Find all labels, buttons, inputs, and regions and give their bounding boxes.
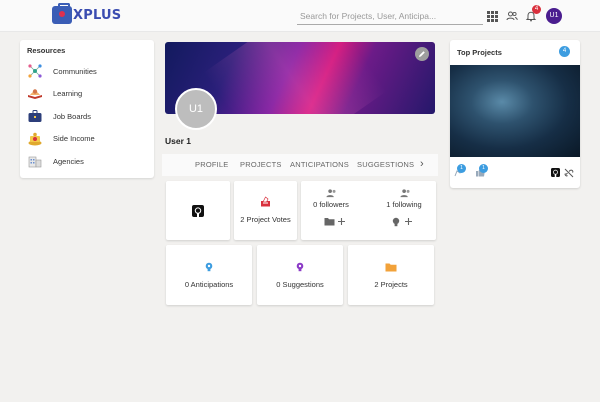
- anticipation-bulb-icon: [205, 262, 213, 272]
- top-projects-panel: Top Projects 4 1 1: [450, 40, 580, 188]
- resource-label: Agencies: [53, 156, 84, 166]
- agency-icon: [28, 156, 42, 168]
- logo-text: XPLUS: [73, 7, 122, 23]
- followers-icon: [326, 189, 336, 198]
- add-icon[interactable]: [404, 217, 413, 226]
- logo-icon: [52, 3, 72, 24]
- projects-card[interactable]: 2 Projects: [348, 245, 434, 305]
- resource-item-side-income[interactable]: Side Income: [27, 128, 147, 151]
- edit-cover-button[interactable]: [415, 47, 429, 61]
- project-votes-label: 2 Project Votes: [240, 215, 291, 224]
- resource-label: Communities: [53, 66, 97, 76]
- top-projects-count: 4: [559, 46, 570, 57]
- tab-projects[interactable]: PROJECTS: [240, 160, 282, 169]
- following-icon: [400, 189, 410, 198]
- lightbulb-icon[interactable]: [391, 217, 401, 227]
- network-icon: [28, 64, 42, 78]
- projects-folder-icon: [385, 263, 397, 272]
- suggestion-bulb-icon: [296, 262, 304, 272]
- resource-item-agencies[interactable]: Agencies: [27, 150, 147, 173]
- resources-title: Resources: [27, 46, 66, 55]
- resource-item-learning[interactable]: Learning: [27, 83, 147, 106]
- pencil-icon: [419, 51, 425, 57]
- add-icon[interactable]: [337, 217, 346, 226]
- folder-icon[interactable]: [324, 217, 335, 226]
- tab-profile[interactable]: PROFILE: [195, 160, 229, 169]
- resource-label: Job Boards: [53, 111, 91, 121]
- follow-card: 0 followers 1 following: [301, 181, 436, 240]
- tab-suggestions[interactable]: SUGGESTIONS: [357, 160, 414, 169]
- github-icon[interactable]: [551, 168, 560, 177]
- people-icon[interactable]: [506, 10, 518, 22]
- apps-grid-icon[interactable]: [487, 11, 498, 22]
- link-off-icon[interactable]: [564, 168, 574, 178]
- logo[interactable]: XPLUS: [52, 3, 122, 24]
- top-bar: XPLUS Search for Projects, User, Anticip…: [0, 0, 600, 32]
- following-label: 1 following: [386, 200, 422, 209]
- profile-name: User 1: [165, 136, 191, 146]
- top-project-badge-a: 1: [457, 164, 466, 173]
- github-icon: [192, 205, 204, 217]
- resource-item-communities[interactable]: Communities: [27, 60, 147, 83]
- learning-icon: [28, 89, 42, 99]
- anticipations-card[interactable]: 0 Anticipations: [166, 245, 252, 305]
- suggestions-card[interactable]: 0 Suggestions: [257, 245, 343, 305]
- ballot-box-icon: [261, 196, 270, 207]
- briefcase-icon: [28, 110, 42, 123]
- profile-avatar[interactable]: U1: [175, 88, 217, 130]
- anticipations-label: 0 Anticipations: [184, 280, 234, 289]
- top-projects-title: Top Projects: [457, 48, 502, 57]
- top-project-badge-b: 1: [479, 164, 488, 173]
- resource-label: Side Income: [53, 134, 95, 144]
- tabs-next-chevron-icon[interactable]: ›: [420, 158, 424, 170]
- resources-panel: Resources Communities Learning Job Board…: [20, 40, 154, 178]
- resource-item-job-boards[interactable]: Job Boards: [27, 105, 147, 128]
- suggestions-label: 0 Suggestions: [276, 280, 324, 289]
- projects-label: 2 Projects: [374, 280, 408, 289]
- notification-badge: 4: [532, 5, 541, 14]
- github-card[interactable]: [166, 181, 230, 240]
- profile-tabs: PROFILE PROJECTS ANTICIPATIONS SUGGESTIO…: [162, 154, 438, 176]
- top-project-image[interactable]: [450, 65, 580, 157]
- tab-anticipations[interactable]: ANTICIPATIONS: [290, 160, 349, 169]
- user-avatar[interactable]: U1: [546, 8, 562, 24]
- coins-icon: [28, 132, 42, 146]
- resource-label: Learning: [53, 89, 83, 99]
- project-votes-card[interactable]: 2 Project Votes: [234, 181, 297, 240]
- search-input[interactable]: Search for Projects, User, Anticipa...: [297, 9, 483, 25]
- followers-label: 0 followers: [313, 200, 349, 209]
